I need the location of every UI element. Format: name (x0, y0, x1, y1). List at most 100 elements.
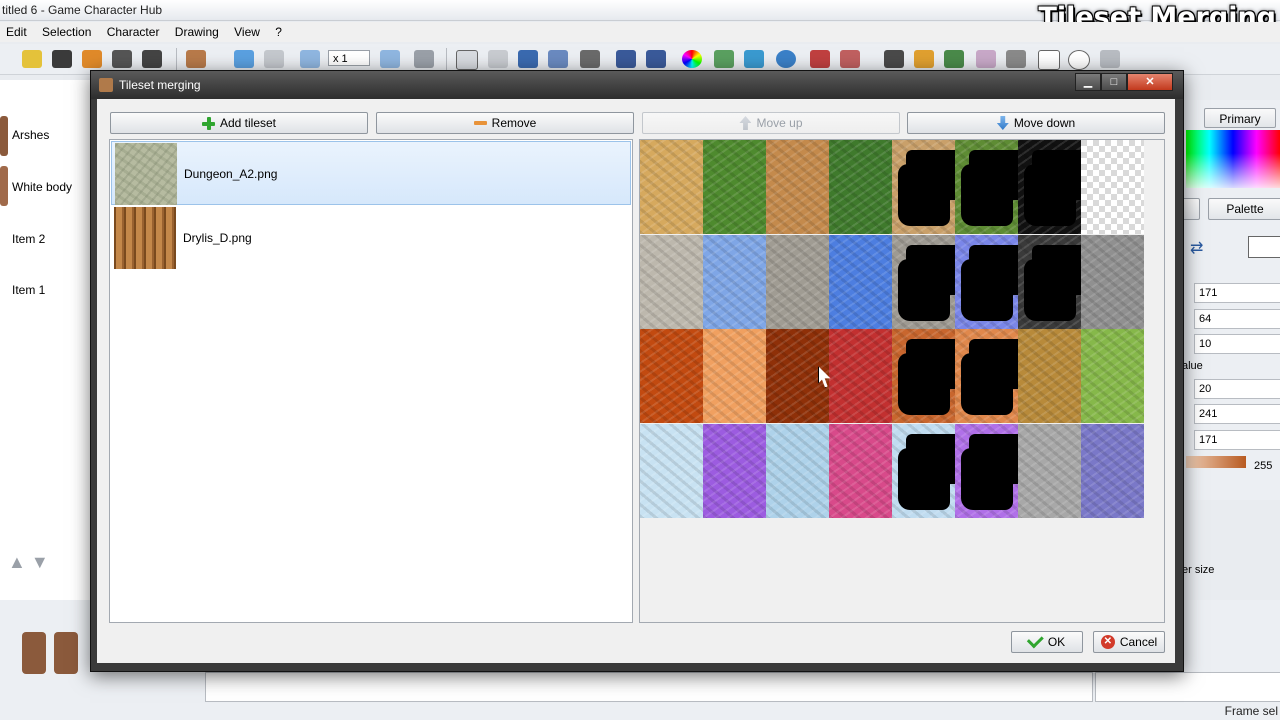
eraser-icon[interactable] (976, 50, 996, 68)
swap-colors-icon[interactable]: ⇄ (1190, 238, 1203, 258)
lightness-value-field[interactable]: 171 (1194, 430, 1280, 450)
tile-texture (766, 140, 829, 234)
menu-help[interactable]: ? (269, 22, 288, 42)
tile-texture (766, 234, 829, 329)
alpha-slider[interactable] (1186, 456, 1246, 468)
layer-move-arrows[interactable]: ▲ ▼ (8, 552, 49, 573)
move-down-button[interactable]: Move down (907, 112, 1165, 134)
tile-texture (766, 423, 829, 518)
menu-view[interactable]: View (228, 22, 266, 42)
tile-texture (703, 329, 766, 423)
cursor-select-icon[interactable] (646, 50, 666, 68)
tile-texture (1081, 234, 1144, 329)
save-icon[interactable] (52, 50, 72, 68)
line-tool-icon[interactable] (518, 50, 538, 68)
close-button[interactable]: ✕ (1127, 73, 1173, 91)
primary-color-button[interactable]: Primary color (1204, 108, 1276, 146)
transform-icon[interactable] (744, 50, 764, 68)
tile-texture (892, 423, 955, 518)
line-draw-icon[interactable] (1006, 50, 1026, 68)
tile-texture (829, 140, 892, 234)
rotate-icon[interactable] (776, 50, 796, 68)
move-tool-icon[interactable] (548, 50, 568, 68)
export-icon[interactable] (112, 50, 132, 68)
maximize-button[interactable]: □ (1101, 73, 1127, 91)
character-layer-list: Arshes White body Item 2 Item 1 (0, 80, 93, 600)
alpha-value: 255 (1254, 460, 1273, 472)
blue-value-field[interactable]: 10 (1194, 334, 1280, 354)
cursor-tool-icon[interactable] (616, 50, 636, 68)
zoom-in-icon[interactable] (380, 50, 400, 68)
color-mode-button[interactable] (1182, 198, 1200, 220)
pointer-tool-icon[interactable] (456, 50, 478, 70)
eyedropper-icon[interactable] (884, 50, 904, 68)
cancel-button[interactable]: ✕ Cancel (1093, 631, 1165, 653)
hue-icon[interactable] (714, 50, 734, 68)
layer-item[interactable]: White body (12, 180, 72, 194)
tile-texture (703, 234, 766, 329)
tile-texture (892, 329, 955, 423)
color-wheel-icon[interactable] (682, 50, 702, 68)
open-icon[interactable] (22, 50, 42, 68)
dialog-titlebar[interactable]: Tileset merging ▁ □ ✕ (91, 71, 1183, 99)
forward-arrow-icon[interactable] (264, 50, 284, 68)
mirror-icon[interactable] (810, 50, 830, 68)
minimize-button[interactable]: ▁ (1075, 73, 1101, 91)
tile-cell (1018, 140, 1081, 234)
frame-selection-label: Frame sel (1224, 704, 1278, 718)
tile-texture (640, 329, 703, 423)
print-icon[interactable] (142, 50, 162, 68)
color-swatch[interactable] (1248, 236, 1280, 258)
tile-texture (955, 329, 1018, 423)
back-arrow-icon[interactable] (234, 50, 254, 68)
layer-item[interactable]: Arshes (12, 128, 49, 142)
character-icon[interactable] (186, 50, 206, 68)
tile-cell (892, 140, 955, 234)
fill-icon[interactable] (944, 50, 964, 68)
frame-timeline[interactable] (205, 672, 1093, 702)
menu-drawing[interactable]: Drawing (169, 22, 225, 42)
tile-cell (1018, 423, 1081, 518)
saturation-value-field[interactable]: 241 (1194, 404, 1280, 424)
pencil-icon[interactable] (914, 50, 934, 68)
menu-character[interactable]: Character (101, 22, 166, 42)
menu-selection[interactable]: Selection (36, 22, 97, 42)
tileset-list-item[interactable]: Dungeon_A2.png (111, 141, 631, 205)
tile-texture (1081, 140, 1144, 234)
move-down-label: Move down (1013, 116, 1076, 130)
rectangle-icon[interactable] (1038, 50, 1060, 70)
red-value-field[interactable]: 171 (1194, 283, 1280, 303)
select-tool-icon[interactable] (488, 50, 508, 68)
flip-tool-icon[interactable] (580, 50, 600, 68)
hue-value-field[interactable]: 20 (1194, 379, 1280, 399)
plus-icon (201, 116, 215, 130)
tile-texture (1018, 140, 1081, 234)
tileset-list-item[interactable]: Drylis_D.png (111, 206, 631, 270)
character-preview (54, 632, 78, 674)
zoom-out-icon[interactable] (300, 50, 320, 68)
green-value-field[interactable]: 64 (1194, 309, 1280, 329)
remove-label: Remove (491, 116, 537, 130)
character-preview (22, 632, 46, 674)
grid-icon[interactable] (414, 50, 434, 68)
tile-texture (703, 140, 766, 234)
layer-item[interactable]: Item 1 (12, 283, 45, 297)
palette-button[interactable]: Palette (1208, 198, 1280, 220)
remove-button[interactable]: Remove (376, 112, 634, 134)
move-up-button[interactable]: Move up (642, 112, 900, 134)
mirror-vertical-icon[interactable] (840, 50, 860, 68)
tile-cell (829, 140, 892, 234)
color-spectrum[interactable] (1186, 130, 1280, 188)
shape-more-icon[interactable] (1100, 50, 1120, 68)
layer-item[interactable]: Item 2 (12, 232, 45, 246)
ok-button[interactable]: OK (1011, 631, 1083, 653)
size-caption: er size (1182, 564, 1215, 576)
window-controls: ▁ □ ✕ (1075, 73, 1173, 91)
add-tileset-button[interactable]: Add tileset (110, 112, 368, 134)
menu-edit[interactable]: Edit (0, 22, 33, 42)
zoom-select[interactable]: x 1 (328, 50, 370, 66)
ellipse-icon[interactable] (1068, 50, 1090, 70)
tileset-list: Dungeon_A2.png Drylis_D.png (109, 139, 633, 623)
save-as-icon[interactable] (82, 50, 102, 68)
character-sprite-icon (0, 116, 8, 156)
